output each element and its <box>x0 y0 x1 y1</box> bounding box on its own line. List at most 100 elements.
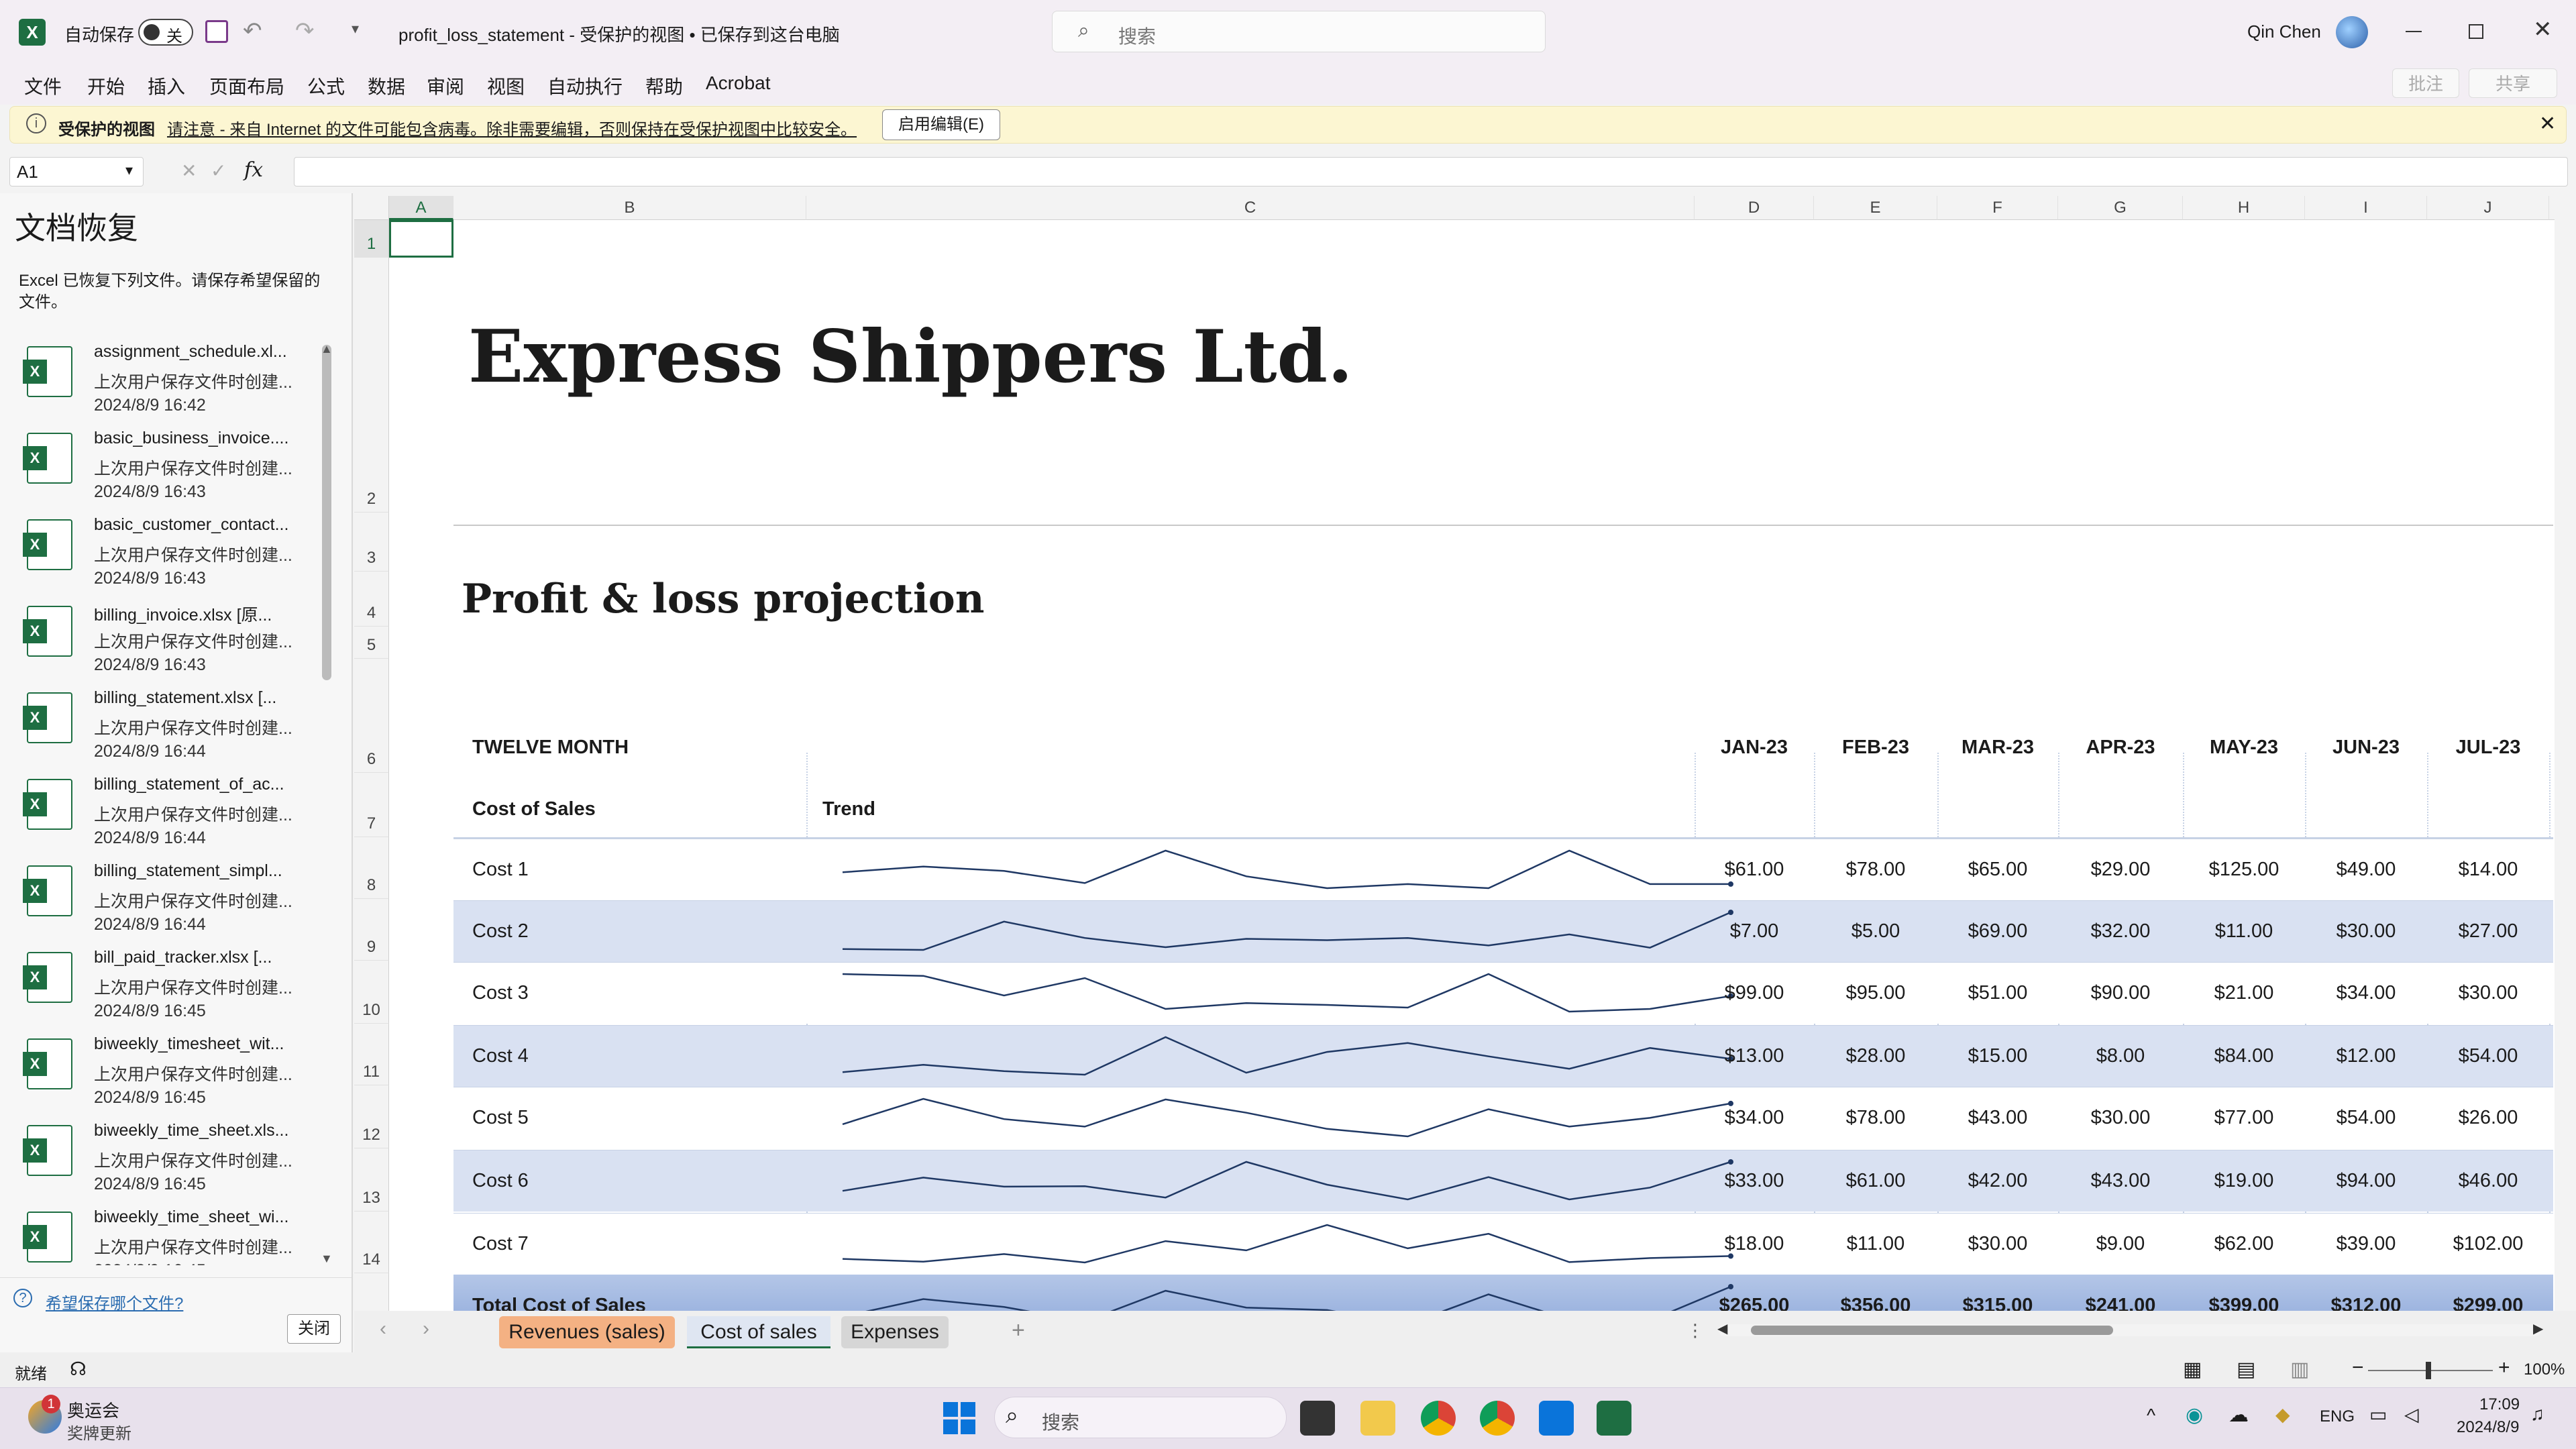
value-cell[interactable]: $24.00 <box>2549 962 2555 1024</box>
edge-tray-icon[interactable]: ◉ <box>2186 1403 2203 1427</box>
value-cell[interactable]: $30.00 <box>2058 1087 2183 1148</box>
search-box[interactable]: ⌕ 搜索 <box>1052 11 1546 52</box>
value-cell[interactable]: $43.00 <box>1937 1087 2058 1148</box>
column-header[interactable]: H <box>2183 196 2305 220</box>
banner-message[interactable]: 请注意 - 来自 Internet 的文件可能包含病毒。除非需要编辑，否则保持在… <box>167 116 857 140</box>
banner-close-icon[interactable]: ✕ <box>2539 112 2556 136</box>
document-title[interactable]: profit_loss_statement - 受保护的视图 • 已保存到这台电… <box>398 21 840 46</box>
value-cell[interactable]: $13.00 <box>1695 1025 1814 1087</box>
enable-editing-button[interactable]: 启用编辑(E) <box>882 109 1000 140</box>
hscroll-left-icon[interactable]: ◀ <box>1717 1320 1727 1337</box>
selected-cell-a1[interactable] <box>389 220 453 258</box>
which-file-link[interactable]: 希望保存哪个文件? <box>46 1290 183 1313</box>
start-icon[interactable] <box>943 1402 975 1434</box>
recovery-item[interactable]: Xbasic_business_invoice.... 上次用户保存文件时创建..… <box>23 426 319 512</box>
network-icon[interactable]: ▭ <box>2369 1403 2387 1426</box>
value-cell[interactable]: $72.00 <box>2549 1025 2555 1087</box>
value-cell[interactable]: $33.00 <box>1695 1150 1814 1212</box>
value-cell[interactable]: $84.00 <box>2183 1025 2305 1087</box>
recovery-scroll-up-icon[interactable]: ▲ <box>321 342 333 356</box>
menu-view[interactable]: 视图 <box>487 72 525 99</box>
value-cell[interactable]: $99.00 <box>1695 962 1814 1024</box>
menu-formulas[interactable]: 公式 <box>307 72 345 99</box>
total-value[interactable]: $356.00 <box>1814 1275 1937 1311</box>
value-cell[interactable]: $11.00 <box>2183 900 2305 962</box>
clock-date[interactable]: 2024/8/9 <box>2457 1418 2519 1437</box>
insert-function-icon[interactable]: fx <box>244 158 263 182</box>
total-value[interactable]: $312.00 <box>2305 1275 2427 1311</box>
value-cell[interactable]: $102.00 <box>2427 1213 2549 1275</box>
row-header[interactable]: 8 <box>354 837 389 899</box>
row-header[interactable]: 14 <box>354 1212 389 1273</box>
row-header[interactable]: 5 <box>354 627 389 659</box>
autosave-toggle[interactable]: 关 <box>138 19 193 46</box>
undo-icon[interactable]: ↶ <box>243 17 262 44</box>
value-cell[interactable]: $77.00 <box>2183 1087 2305 1148</box>
name-box[interactable]: A1 ▾ <box>9 157 144 186</box>
value-cell[interactable]: $61.00 <box>1814 1150 1937 1212</box>
recovery-scrollbar[interactable] <box>322 345 331 680</box>
value-cell[interactable]: $49.00 <box>2305 839 2427 900</box>
menu-insert[interactable]: 插入 <box>148 72 185 99</box>
value-cell[interactable]: $69.00 <box>1937 900 2058 962</box>
row-header[interactable]: 11 <box>354 1024 389 1085</box>
value-cell[interactable]: $32.00 <box>2058 900 2183 962</box>
taskbar-search[interactable]: ⌕ 搜索 <box>994 1397 1287 1438</box>
close-window-icon[interactable]: ✕ <box>2533 16 2553 43</box>
value-cell[interactable]: $7.00 <box>1695 900 1814 962</box>
prev-sheet-icon[interactable]: ‹ <box>380 1318 386 1340</box>
value-cell[interactable]: $34.00 <box>1695 1087 1814 1148</box>
total-value[interactable]: $315.00 <box>1937 1275 2058 1311</box>
recovery-item[interactable]: Xbiweekly_timesheet_wit... 上次用户保存文件时创建...… <box>23 1032 319 1118</box>
value-cell[interactable]: $30.00 <box>2427 962 2549 1024</box>
onedrive-icon[interactable]: ☁ <box>2229 1403 2249 1427</box>
value-cell[interactable]: $42.00 <box>1937 1150 2058 1212</box>
value-cell[interactable]: $44.00 <box>2549 1213 2555 1275</box>
file-explorer-icon[interactable] <box>1360 1401 1395 1436</box>
tray-app-icon[interactable]: ◆ <box>2275 1403 2290 1426</box>
value-cell[interactable]: $26.00 <box>2427 1087 2549 1148</box>
recovery-item[interactable]: Xbill_paid_tracker.xlsx [... 上次用户保存文件时创建.… <box>23 945 319 1031</box>
total-value[interactable]: $226.00 <box>2549 1275 2555 1311</box>
recovery-item[interactable]: Xbiweekly_time_sheet_wi... 上次用户保存文件时创建...… <box>23 1205 319 1265</box>
zoom-level[interactable]: 100% <box>2524 1360 2565 1379</box>
tab-options-icon[interactable]: ⋮ <box>1686 1320 1704 1341</box>
redo-icon[interactable]: ↷ <box>295 17 315 44</box>
column-header[interactable]: G <box>2058 196 2183 220</box>
value-cell[interactable]: $30.00 <box>2305 900 2427 962</box>
name-box-dropdown-icon[interactable]: ▾ <box>125 162 133 179</box>
tab-expenses[interactable]: Expenses <box>841 1316 949 1348</box>
menu-page-layout[interactable]: 页面布局 <box>209 72 284 99</box>
recovery-item[interactable]: Xbilling_invoice.xlsx [原... 上次用户保存文件时创建..… <box>23 599 319 685</box>
page-break-view-icon[interactable]: ▥ <box>2290 1358 2309 1381</box>
avatar[interactable] <box>2336 16 2368 48</box>
menu-file[interactable]: 文件 <box>24 72 62 99</box>
language-indicator[interactable]: ENG <box>2320 1407 2355 1426</box>
chrome-icon[interactable] <box>1421 1401 1456 1436</box>
column-header[interactable]: K <box>2549 196 2555 220</box>
minimize-icon[interactable] <box>2406 31 2422 32</box>
zoom-out-icon[interactable]: − <box>2352 1356 2364 1379</box>
row-header[interactable]: 4 <box>354 572 389 627</box>
recovery-scroll-down-icon[interactable]: ▼ <box>321 1252 333 1266</box>
value-cell[interactable]: $12.00 <box>2305 1025 2427 1087</box>
column-header[interactable]: A <box>389 196 453 220</box>
value-cell[interactable]: $78.00 <box>1814 1087 1937 1148</box>
row-header[interactable]: 1 <box>354 220 389 258</box>
enter-formula-icon[interactable]: ✓ <box>211 160 226 182</box>
value-cell[interactable]: $34.00 <box>2305 962 2427 1024</box>
excel-taskbar-icon[interactable] <box>1597 1401 1631 1436</box>
tab-cost-of-sales[interactable]: Cost of sales <box>687 1316 830 1348</box>
value-cell[interactable]: $21.00 <box>2183 962 2305 1024</box>
value-cell[interactable]: $54.00 <box>2305 1087 2427 1148</box>
volume-icon[interactable]: ◁ <box>2404 1403 2419 1426</box>
total-value[interactable]: $399.00 <box>2183 1275 2305 1311</box>
column-header[interactable]: E <box>1814 196 1937 220</box>
value-cell[interactable]: $18.00 <box>1695 1213 1814 1275</box>
value-cell[interactable]: $54.00 <box>2427 1025 2549 1087</box>
value-cell[interactable]: $27.00 <box>2427 900 2549 962</box>
recovery-item[interactable]: Xbilling_statement.xlsx [... 上次用户保存文件时创建.… <box>23 686 319 771</box>
recovery-close-button[interactable]: 关闭 <box>287 1314 341 1344</box>
recovery-item[interactable]: Xbilling_statement_simpl... 上次用户保存文件时创建..… <box>23 859 319 945</box>
save-icon[interactable] <box>205 20 228 43</box>
